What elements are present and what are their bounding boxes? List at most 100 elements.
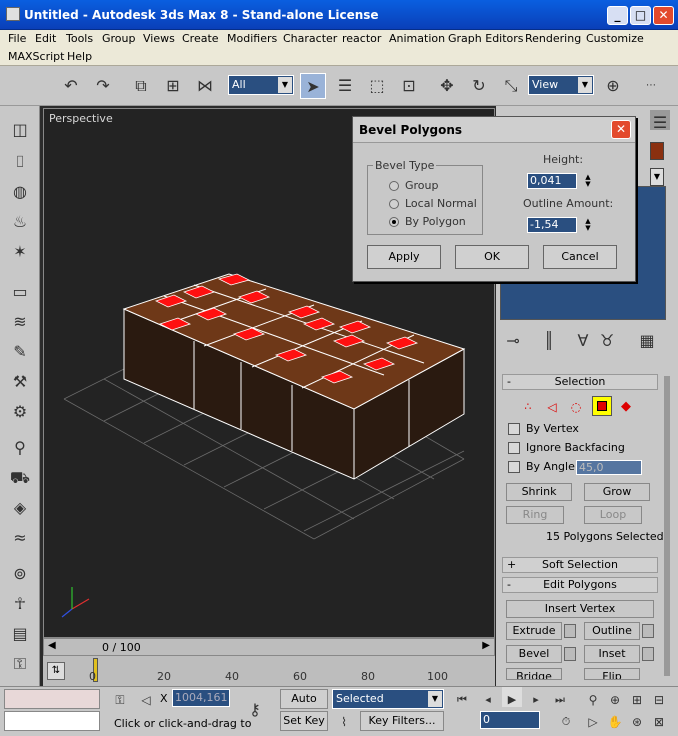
- cylinder-icon[interactable]: ⌷: [8, 150, 32, 174]
- pin-stack-icon[interactable]: ⊸: [502, 328, 524, 354]
- menu-character[interactable]: Character: [283, 32, 337, 45]
- zoom-all-icon[interactable]: ⊕: [606, 687, 624, 707]
- insert-vertex-button[interactable]: Insert Vertex: [506, 600, 654, 618]
- configure-sets-icon[interactable]: ▦: [636, 328, 658, 354]
- pan-icon[interactable]: ✋: [606, 709, 624, 729]
- curve-editor-icon[interactable]: ⇅: [47, 662, 65, 680]
- key-tangent-icon[interactable]: ⌇: [332, 709, 356, 731]
- go-to-end-icon[interactable]: ⏭: [550, 687, 570, 707]
- extrude-settings-button[interactable]: [564, 624, 576, 638]
- wave-icon[interactable]: ≈: [8, 526, 32, 550]
- by-angle-input[interactable]: 45,0: [576, 460, 642, 475]
- panel-menu-icon[interactable]: ☰: [650, 110, 670, 132]
- outline-settings-button[interactable]: [642, 624, 654, 638]
- menu-reactor[interactable]: reactor: [342, 32, 381, 45]
- remove-modifier-icon[interactable]: ♉: [596, 328, 618, 354]
- menu-views[interactable]: Views: [143, 32, 175, 45]
- unlink-icon[interactable]: ⊞: [160, 73, 186, 99]
- chevron-down-icon[interactable]: ▼: [650, 168, 664, 186]
- inset-settings-button[interactable]: [642, 647, 654, 661]
- element-mode-icon[interactable]: ◆: [616, 394, 636, 420]
- height-input[interactable]: 0,041: [527, 173, 577, 189]
- select-link-icon[interactable]: ⧉: [128, 73, 154, 99]
- dialog-close-button[interactable]: ✕: [611, 120, 631, 139]
- extrude-button[interactable]: Extrude: [506, 622, 562, 640]
- next-frame-icon[interactable]: ▸: [526, 687, 546, 707]
- current-frame-input[interactable]: 0: [480, 711, 540, 729]
- snap-settings-icon[interactable]: ⋯: [638, 73, 664, 99]
- selection-filter-dropdown[interactable]: All ▼: [228, 75, 294, 95]
- outline-button[interactable]: Outline: [584, 622, 640, 640]
- menu-help[interactable]: Help: [67, 50, 92, 63]
- bind-space-warp-icon[interactable]: ⋈: [192, 73, 218, 99]
- outline-amount-input[interactable]: -1,54: [527, 217, 577, 233]
- go-to-start-icon[interactable]: ⏮: [452, 687, 472, 707]
- menu-edit[interactable]: Edit: [35, 32, 56, 45]
- loop-button[interactable]: Loop: [584, 506, 642, 524]
- flip-button[interactable]: Flip: [584, 668, 640, 680]
- undo-icon[interactable]: ↶: [58, 73, 84, 99]
- menu-animation[interactable]: Animation: [389, 32, 445, 45]
- rotate-icon[interactable]: ↻: [466, 73, 492, 99]
- coil-icon[interactable]: ≋: [8, 310, 32, 334]
- menu-customize[interactable]: Customize: [586, 32, 644, 45]
- key-filters-button[interactable]: Key Filters...: [360, 711, 444, 731]
- inset-button[interactable]: Inset: [584, 645, 640, 663]
- menu-graph-editors[interactable]: Graph Editors: [448, 32, 524, 45]
- select-icon[interactable]: ◁: [136, 687, 156, 707]
- star-icon[interactable]: ✶: [8, 240, 32, 264]
- polygon-mode-button[interactable]: [592, 396, 612, 416]
- ring-button[interactable]: Ring: [506, 506, 564, 524]
- menu-modifiers[interactable]: Modifiers: [227, 32, 277, 45]
- slider-right-arrow[interactable]: ▶: [482, 640, 490, 651]
- border-mode-icon[interactable]: ◌: [566, 394, 586, 420]
- slider-left-arrow[interactable]: ◀: [48, 640, 56, 651]
- bevel-button[interactable]: Bevel: [506, 645, 562, 663]
- maxscript-input[interactable]: [4, 711, 100, 731]
- maxscript-listener[interactable]: [4, 689, 100, 709]
- by-angle-checkbox[interactable]: [508, 461, 520, 473]
- teapot-icon[interactable]: ♨: [8, 210, 32, 234]
- select-by-name-icon[interactable]: ☰: [332, 73, 358, 99]
- cancel-button[interactable]: Cancel: [543, 245, 617, 269]
- redo-icon[interactable]: ↷: [90, 73, 116, 99]
- edit-polygons-rollout-header[interactable]: - Edit Polygons: [502, 577, 658, 593]
- key-icon[interactable]: ⚷: [240, 697, 270, 723]
- previous-frame-icon[interactable]: ◂: [478, 687, 498, 707]
- rectangular-selection-icon[interactable]: ⬚: [364, 73, 390, 99]
- make-unique-icon[interactable]: ∀: [572, 328, 594, 354]
- hammer-icon[interactable]: ⚒: [8, 370, 32, 394]
- outline-spinner-arrows[interactable]: ▲ ▼: [583, 218, 593, 234]
- move-icon[interactable]: ✥: [434, 73, 460, 99]
- dialog-title-bar[interactable]: Bevel Polygons ✕: [353, 117, 635, 143]
- bevel-settings-button[interactable]: [564, 647, 576, 661]
- lock-icon[interactable]: ⚿: [8, 652, 32, 676]
- soft-selection-rollout-header[interactable]: + Soft Selection: [502, 557, 658, 573]
- page-icon[interactable]: ▤: [8, 622, 32, 646]
- sphere-icon[interactable]: ◍: [8, 180, 32, 204]
- by-vertex-checkbox[interactable]: [508, 423, 520, 435]
- menu-rendering[interactable]: Rendering: [525, 32, 581, 45]
- ignore-backfacing-checkbox[interactable]: [508, 442, 520, 454]
- plane-icon[interactable]: ▭: [8, 280, 32, 304]
- field-of-view-icon[interactable]: ▷: [584, 709, 602, 729]
- menu-maxscript[interactable]: MAXScript: [8, 50, 64, 63]
- pivot-center-icon[interactable]: ⊕: [600, 73, 626, 99]
- zoom-extents-all-icon[interactable]: ⊟: [650, 687, 668, 707]
- ok-button[interactable]: OK: [455, 245, 529, 269]
- track-bar[interactable]: ⇅ 0 20 40 60 80 100: [43, 656, 495, 686]
- select-object-icon[interactable]: ➤: [300, 73, 326, 99]
- lock-icon[interactable]: ⚿: [110, 687, 130, 707]
- menu-group[interactable]: Group: [102, 32, 136, 45]
- orbit-icon[interactable]: ⊛: [628, 709, 646, 729]
- key-mode-dropdown[interactable]: Selected ▼: [332, 689, 444, 709]
- car-icon[interactable]: ⛟: [8, 466, 32, 490]
- menu-file[interactable]: File: [8, 32, 26, 45]
- edge-mode-icon[interactable]: ◁: [542, 394, 562, 420]
- auto-key-button[interactable]: Auto Key: [280, 689, 328, 723]
- scale-icon[interactable]: ⤡: [498, 73, 524, 99]
- gear-icon[interactable]: ⚙: [8, 400, 32, 424]
- shrink-button[interactable]: Shrink: [506, 483, 572, 501]
- ring-icon[interactable]: ⊚: [8, 562, 32, 586]
- zoom-extents-icon[interactable]: ⊞: [628, 687, 646, 707]
